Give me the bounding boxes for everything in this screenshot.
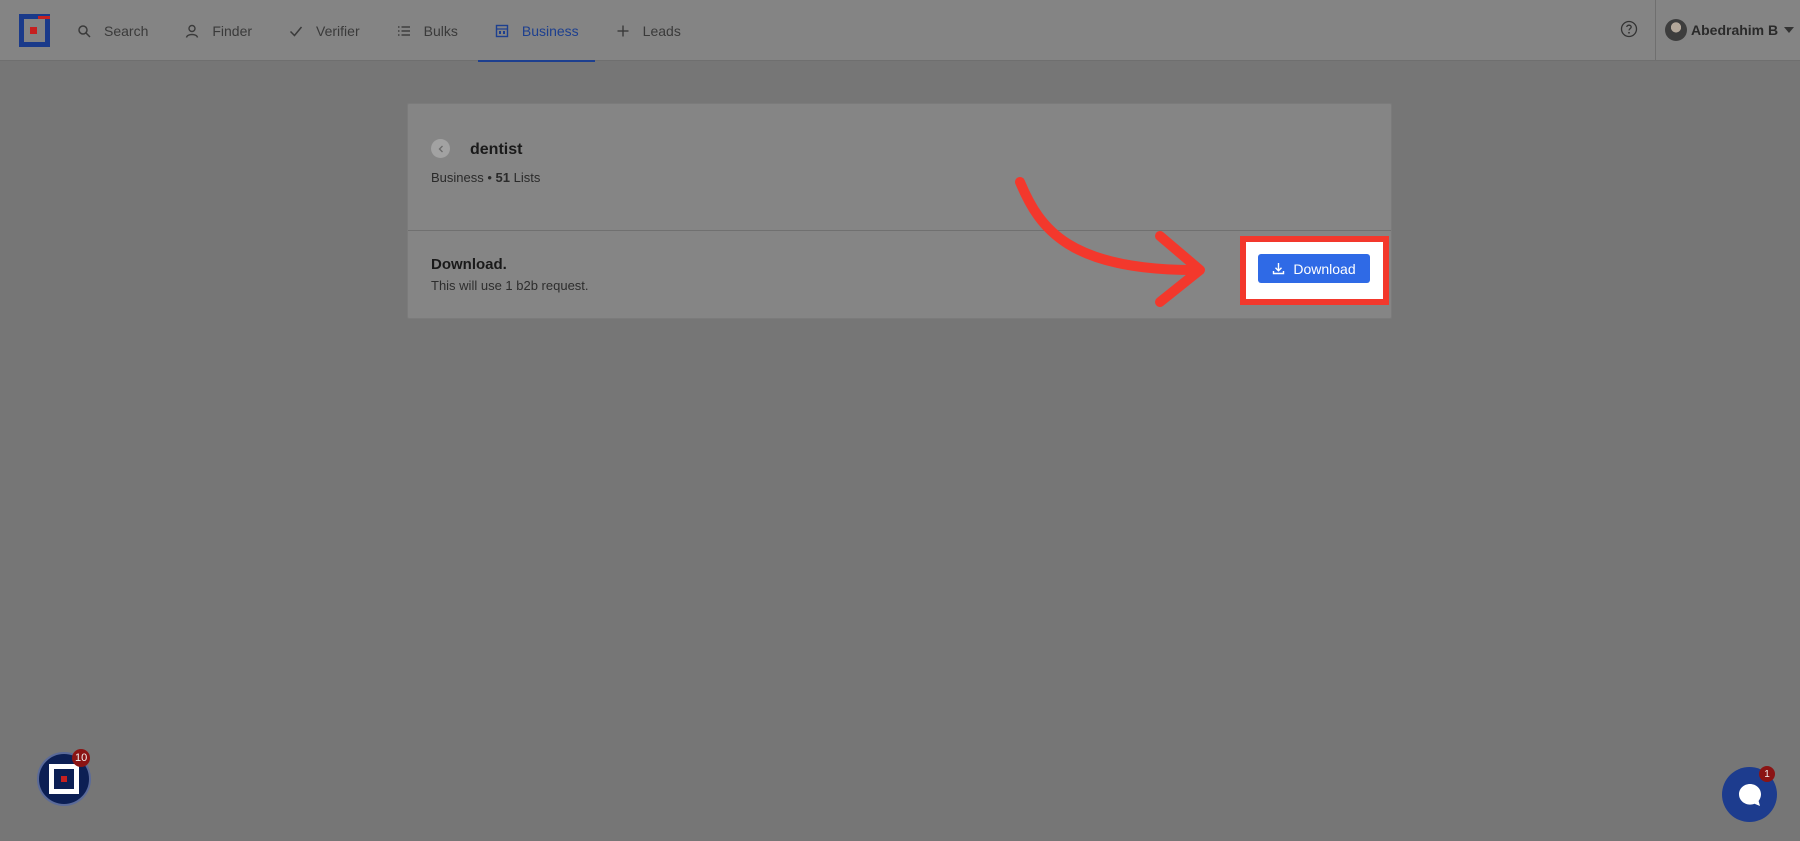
- nav-item-business[interactable]: Business: [477, 0, 595, 62]
- nav-label-bulks: Bulks: [423, 22, 458, 39]
- nav-label-finder: Finder: [212, 22, 253, 39]
- download-icon: [1272, 262, 1285, 275]
- caret-down-icon: [1784, 27, 1795, 33]
- chevron-left-icon: [438, 145, 443, 152]
- user-icon: [184, 23, 200, 39]
- download-section-title: Download.: [431, 256, 507, 273]
- top-nav-bar: Search Finder Verifier Bulks Business Le…: [0, 0, 1800, 62]
- notification-badge: 10: [72, 749, 91, 767]
- list-count: 51: [495, 170, 510, 185]
- nav-label-business: Business: [521, 22, 579, 39]
- annotation-arrow: [1015, 177, 1205, 307]
- list-icon: [396, 23, 412, 39]
- check-icon: [288, 23, 304, 39]
- plus-icon: [615, 23, 631, 39]
- search-icon: [76, 23, 92, 39]
- nav-item-leads[interactable]: Leads: [599, 0, 697, 61]
- main-nav: Search Finder Verifier Bulks Business Le…: [60, 0, 701, 62]
- subtitle-prefix: Business •: [431, 170, 496, 185]
- subtitle-suffix: Lists: [510, 170, 541, 185]
- help-icon[interactable]: [1620, 20, 1638, 38]
- chat-bubble-icon: [1738, 783, 1761, 806]
- app-logo[interactable]: [19, 14, 50, 47]
- back-button[interactable]: [431, 139, 450, 158]
- page-title: dentist: [470, 141, 523, 158]
- chat-badge: 1: [1759, 766, 1775, 782]
- download-section-desc: This will use 1 b2b request.: [431, 278, 589, 293]
- user-menu[interactable]: Abedrahim B: [1665, 18, 1795, 42]
- divider: [1655, 0, 1656, 61]
- download-button-label: Download: [1293, 260, 1356, 277]
- card-header: dentist Business • 51 Lists: [408, 104, 1391, 231]
- nav-label-verifier: Verifier: [316, 22, 360, 39]
- app-logo-icon: [49, 764, 79, 794]
- nav-item-finder[interactable]: Finder: [168, 0, 268, 61]
- nav-label-search: Search: [104, 22, 149, 39]
- download-button[interactable]: Download: [1258, 254, 1370, 283]
- nav-label-leads: Leads: [642, 22, 681, 39]
- nav-item-search[interactable]: Search: [60, 0, 164, 61]
- card-subtitle: Business • 51 Lists: [431, 170, 540, 185]
- avatar: [1665, 19, 1687, 41]
- building-icon: [494, 23, 510, 39]
- user-name: Abedrahim B: [1691, 22, 1779, 38]
- nav-item-verifier[interactable]: Verifier: [272, 0, 376, 61]
- nav-item-bulks[interactable]: Bulks: [380, 0, 474, 61]
